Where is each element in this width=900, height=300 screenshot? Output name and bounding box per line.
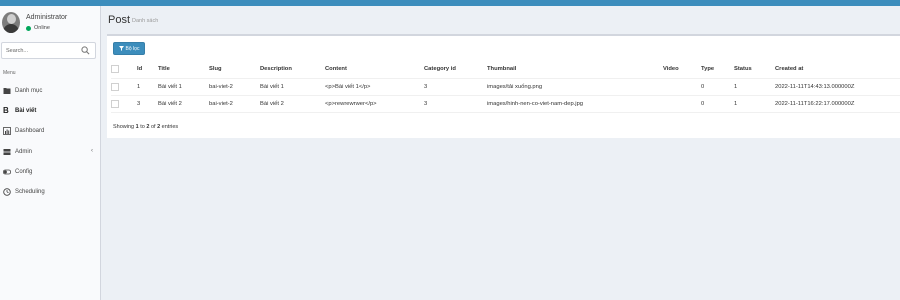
cell-category-id: 3 bbox=[424, 95, 487, 113]
posts-box: Bộ lọc Id Title Slug Description Content… bbox=[107, 34, 900, 138]
online-dot-icon bbox=[26, 25, 31, 31]
column-header[interactable]: Id bbox=[137, 61, 158, 79]
sidebar-item-label: Admin bbox=[15, 149, 33, 155]
column-header[interactable]: Description bbox=[260, 61, 325, 79]
avatar bbox=[2, 12, 20, 33]
sidebar-item-label: Danh mục bbox=[15, 88, 43, 94]
table-info: Showing 1 to 2 of 2 entries bbox=[113, 124, 179, 130]
sidebar-item-label: Dashboard bbox=[15, 128, 45, 134]
column-header[interactable]: Created at bbox=[775, 61, 900, 79]
cell-content: <p>rewrewrwer</p> bbox=[325, 95, 424, 113]
filter-button-label: Bộ lọc bbox=[125, 45, 140, 52]
user-name: Administrator bbox=[26, 14, 68, 21]
sidebar-item-config[interactable]: Config bbox=[0, 165, 101, 179]
cell-thumbnail: images/hinh-nen-co-viet-nam-dep.jpg bbox=[487, 95, 663, 113]
table-row[interactable]: 3 Bài viết 2 bai-viet-2 Bài viết 2 <p>re… bbox=[111, 95, 900, 113]
table-row[interactable]: 1 Bài viết 1 bai-viet-2 Bài viết 1 <p>Bà… bbox=[111, 78, 900, 96]
toggle-icon bbox=[2, 168, 12, 176]
folder-icon bbox=[3, 87, 11, 95]
cell-content: <p>Bài viết 1</p> bbox=[325, 78, 424, 96]
cell-thumbnail: images/tải xuống.png bbox=[487, 78, 663, 96]
page-subtitle: Danh sách bbox=[132, 18, 159, 24]
sidebar-item-danh-muc[interactable]: Danh mục bbox=[0, 84, 101, 98]
bold-b-icon: B bbox=[3, 106, 9, 115]
sidebar-item-scheduling[interactable]: Scheduling bbox=[0, 185, 101, 199]
sidebar-search bbox=[1, 42, 96, 59]
user-panel: Administrator Online bbox=[0, 6, 101, 38]
cell-video bbox=[663, 95, 701, 113]
cell-category-id: 3 bbox=[424, 78, 487, 96]
filter-button[interactable]: Bộ lọc bbox=[113, 42, 145, 55]
cell-status: 1 bbox=[734, 95, 775, 113]
column-header[interactable]: Video bbox=[663, 61, 701, 79]
cell-title: Bài viết 2 bbox=[158, 95, 209, 113]
cell-created-at: 2022-11-11T16:22:17.000000Z bbox=[775, 95, 900, 113]
cell-id: 1 bbox=[137, 78, 158, 96]
posts-table: Id Title Slug Description Content Catego… bbox=[111, 61, 900, 113]
main-content: Post Danh sách Bộ lọc Id Title Slug Desc… bbox=[102, 6, 900, 300]
user-status-label: Online bbox=[34, 25, 50, 31]
cell-slug: bai-viet-2 bbox=[209, 78, 260, 96]
sidebar-item-admin[interactable]: Admin ‹ bbox=[0, 145, 101, 159]
column-header[interactable]: Content bbox=[325, 61, 424, 79]
cell-title: Bài viết 1 bbox=[158, 78, 209, 96]
filter-icon bbox=[118, 46, 124, 51]
row-checkbox[interactable] bbox=[111, 82, 119, 91]
row-select-cell bbox=[111, 95, 137, 113]
search-icon[interactable] bbox=[81, 46, 90, 55]
column-header[interactable]: Slug bbox=[209, 61, 260, 79]
server-icon bbox=[3, 148, 11, 156]
column-header[interactable]: Status bbox=[734, 61, 775, 79]
bar-chart-icon bbox=[3, 127, 11, 135]
cell-description: Bài viết 2 bbox=[260, 95, 325, 113]
row-select-cell bbox=[111, 78, 137, 96]
row-checkbox[interactable] bbox=[111, 99, 119, 108]
column-header[interactable]: Thumbnail bbox=[487, 61, 663, 79]
cell-type: 0 bbox=[701, 78, 734, 96]
cell-slug: bai-viet-2 bbox=[209, 95, 260, 113]
menu-header: Menu bbox=[3, 70, 16, 76]
sidebar-item-dashboard[interactable]: Dashboard bbox=[0, 124, 101, 138]
cell-id: 3 bbox=[137, 95, 158, 113]
sidebar-item-label: Scheduling bbox=[15, 189, 45, 195]
clock-icon bbox=[3, 188, 11, 196]
table-header-row: Id Title Slug Description Content Catego… bbox=[111, 61, 900, 79]
sidebar-item-label: Config bbox=[15, 169, 33, 175]
column-header[interactable]: Title bbox=[158, 61, 209, 79]
select-all-checkbox[interactable] bbox=[111, 65, 119, 74]
search-input[interactable] bbox=[2, 43, 80, 58]
cell-description: Bài viết 1 bbox=[260, 78, 325, 96]
chevron-left-icon[interactable]: ‹ bbox=[91, 148, 93, 154]
cell-type: 0 bbox=[701, 95, 734, 113]
cell-video bbox=[663, 78, 701, 96]
select-all-cell bbox=[111, 61, 137, 79]
page-title: Post bbox=[108, 14, 131, 26]
user-status: Online bbox=[26, 25, 50, 31]
column-header[interactable]: Category id bbox=[424, 61, 487, 79]
cell-status: 1 bbox=[734, 78, 775, 96]
cell-created-at: 2022-11-11T14:43:13.000000Z bbox=[775, 78, 900, 96]
sidebar: Administrator Online Menu Danh mục B Bài… bbox=[0, 6, 101, 300]
sidebar-item-label: Bài viết bbox=[15, 108, 37, 114]
column-header[interactable]: Type bbox=[701, 61, 734, 79]
sidebar-item-bai-viet[interactable]: B Bài viết bbox=[0, 104, 101, 118]
